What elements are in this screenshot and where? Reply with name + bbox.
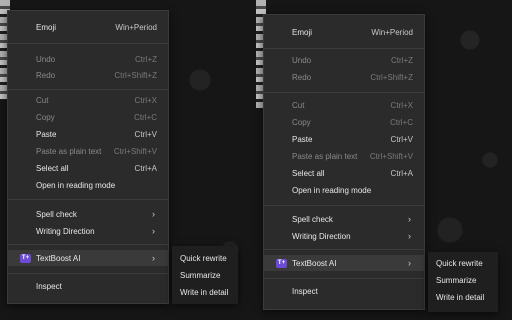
menu-item-emoji[interactable]: Emoji Win+Period (264, 24, 424, 40)
menu-item-redo[interactable]: Redo Ctrl+Shift+Z (8, 67, 168, 83)
submenu-item-summarize[interactable]: Summarize (428, 272, 498, 288)
menu-item-writing-direction[interactable]: Writing Direction › (264, 228, 424, 244)
separator (264, 249, 424, 250)
chevron-right-icon: › (408, 231, 411, 241)
menu-item-textboost-ai[interactable]: T+ TextBoost AI › (8, 250, 168, 266)
separator (264, 205, 424, 206)
menu-item-paste[interactable]: Paste Ctrl+V (264, 131, 424, 147)
chevron-right-icon: › (152, 226, 155, 236)
menu-item-copy[interactable]: Copy Ctrl+C (264, 114, 424, 130)
separator (8, 273, 168, 274)
separator (264, 48, 424, 49)
menu-item-copy[interactable]: Copy Ctrl+C (8, 109, 168, 125)
menu-item-reading-mode[interactable]: Open in reading mode (264, 182, 424, 198)
menu-item-select-all[interactable]: Select all Ctrl+A (264, 165, 424, 181)
separator (264, 278, 424, 279)
separator (8, 244, 168, 245)
menu-item-spell-check[interactable]: Spell check › (8, 206, 168, 222)
context-menu: Emoji Win+Period Undo Ctrl+Z Redo Ctrl+S… (263, 14, 425, 310)
menu-item-emoji[interactable]: Emoji Win+Period (8, 19, 168, 35)
context-menu: Emoji Win+Period Undo Ctrl+Z Redo Ctrl+S… (7, 10, 169, 304)
menu-item-paste[interactable]: Paste Ctrl+V (8, 126, 168, 142)
separator (8, 43, 168, 44)
menu-item-textboost-ai[interactable]: T+ TextBoost AI › (264, 255, 424, 271)
menu-item-writing-direction[interactable]: Writing Direction › (8, 223, 168, 239)
textboost-submenu: Quick rewrite Summarize Write in detail (428, 252, 498, 312)
chevron-right-icon: › (408, 214, 411, 224)
menu-item-reading-mode[interactable]: Open in reading mode (8, 177, 168, 193)
menu-item-inspect[interactable]: Inspect (8, 278, 168, 294)
submenu-item-write-in-detail[interactable]: Write in detail (428, 289, 498, 305)
menu-item-paste-plain[interactable]: Paste as plain text Ctrl+Shift+V (264, 148, 424, 164)
submenu-item-quick-rewrite[interactable]: Quick rewrite (172, 250, 238, 266)
menu-item-undo[interactable]: Undo Ctrl+Z (264, 52, 424, 68)
chevron-right-icon: › (408, 258, 411, 268)
submenu-item-quick-rewrite[interactable]: Quick rewrite (428, 255, 498, 271)
menu-item-cut[interactable]: Cut Ctrl+X (264, 97, 424, 113)
textboost-icon: T+ (276, 258, 287, 268)
menu-item-paste-plain[interactable]: Paste as plain text Ctrl+Shift+V (8, 143, 168, 159)
menu-item-cut[interactable]: Cut Ctrl+X (8, 92, 168, 108)
submenu-item-write-in-detail[interactable]: Write in detail (172, 284, 238, 300)
menu-item-select-all[interactable]: Select all Ctrl+A (8, 160, 168, 176)
menu-item-inspect[interactable]: Inspect (264, 283, 424, 299)
chevron-right-icon: › (152, 253, 155, 263)
separator (8, 89, 168, 90)
menu-item-spell-check[interactable]: Spell check › (264, 211, 424, 227)
menu-item-undo[interactable]: Undo Ctrl+Z (8, 51, 168, 67)
separator (8, 199, 168, 200)
textboost-icon: T+ (20, 253, 31, 263)
chevron-right-icon: › (152, 209, 155, 219)
textboost-submenu: Quick rewrite Summarize Write in detail (172, 246, 238, 304)
separator (264, 92, 424, 93)
submenu-item-summarize[interactable]: Summarize (172, 267, 238, 283)
menu-item-redo[interactable]: Redo Ctrl+Shift+Z (264, 69, 424, 85)
